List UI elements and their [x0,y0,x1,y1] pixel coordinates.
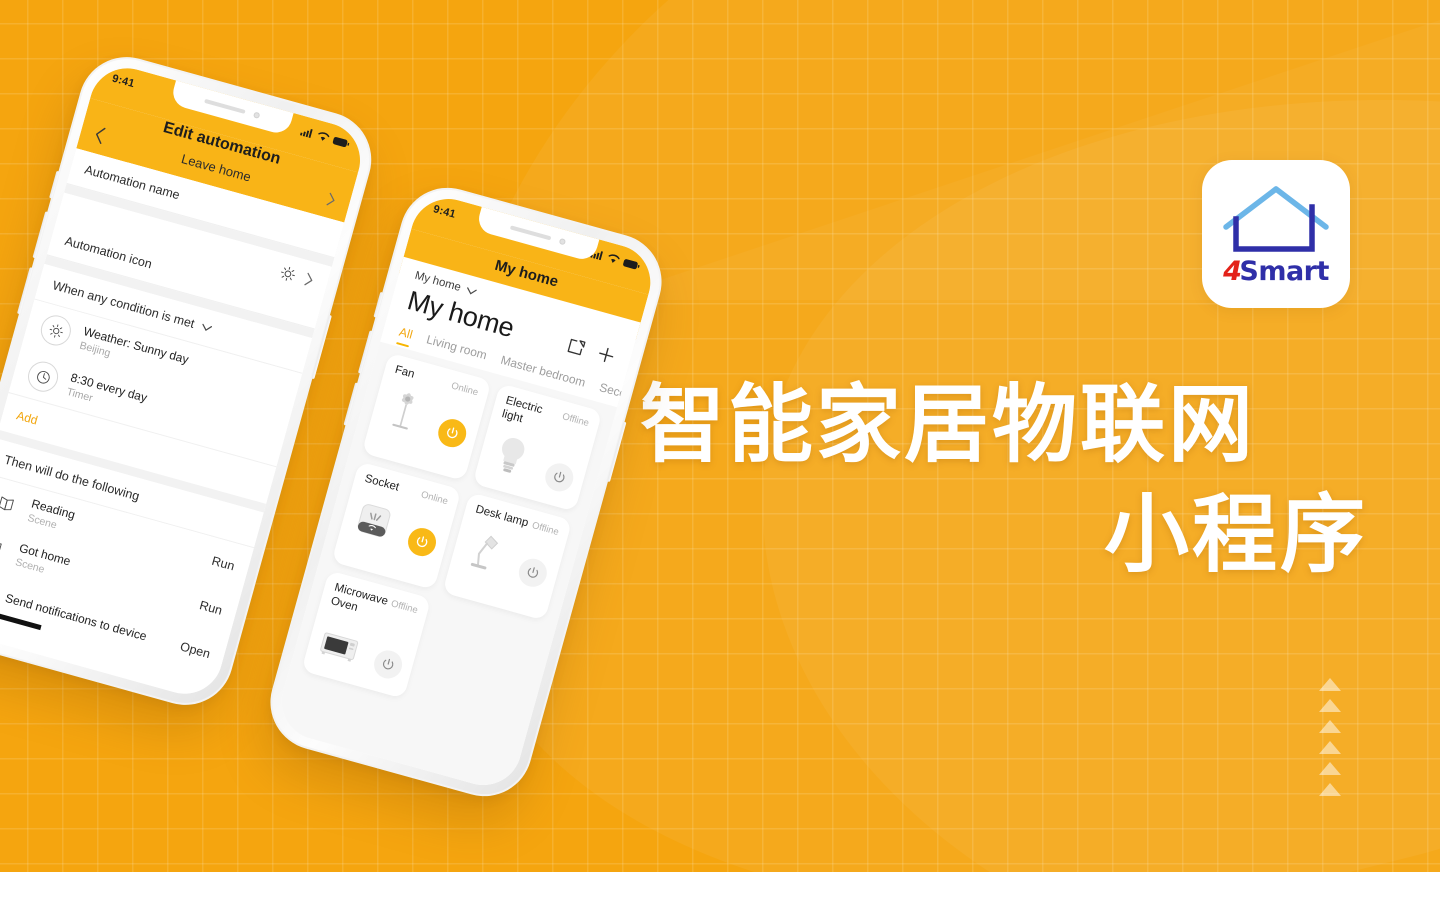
triangle-icon [1319,741,1341,754]
plus-icon[interactable] [596,345,617,366]
logo-wordmark: 4 Smart [1223,258,1329,285]
book-icon [0,487,22,519]
socket-icon [357,503,391,537]
device-card-socket[interactable]: Socket Online [331,461,462,590]
book-glyph [0,495,14,510]
device-card-desk-lamp[interactable]: Desk lamp Offline [442,492,573,621]
device-power-toggle[interactable] [404,524,440,560]
wifi-icon [318,132,330,141]
action-run-button[interactable]: Run [210,554,236,574]
earpiece-speaker [203,98,246,114]
triangle-decoration-stack [1319,678,1345,804]
chevron-right-icon[interactable] [303,271,316,288]
headline: 智能家居物联网 小程序 [640,376,1368,586]
status-time: 9:41 [110,72,136,91]
power-icon [447,427,458,438]
device-power-toggle[interactable] [515,555,551,590]
power-icon [383,658,394,670]
triangle-icon [1319,699,1341,712]
front-camera-icon [252,111,260,119]
status-indicator-icons [299,126,351,149]
device-card-electric-light[interactable]: Electric light Offline [472,383,603,512]
cellular-signal-icon [299,129,313,139]
device-power-toggle[interactable] [542,459,577,495]
triangle-icon [1319,720,1341,733]
chevron-right-icon[interactable] [325,191,338,208]
status-indicator-icons [590,248,641,271]
device-name: Socket [363,472,401,494]
edit-square-icon[interactable] [566,336,587,357]
power-icon [527,567,539,578]
app-logo-card: 4 Smart [1202,160,1350,308]
action-run-button[interactable]: Run [198,598,224,618]
clock-icon [24,358,62,396]
triangle-icon [1319,762,1341,775]
fan-icon [392,393,414,430]
triangle-icon [1319,678,1341,691]
device-status: Online [419,489,450,508]
earpiece-speaker [509,225,551,241]
device-status: Offline [560,411,591,430]
microwave-icon [320,632,359,662]
sun-glyph [49,323,63,337]
device-status: Offline [389,598,419,617]
headline-line-2: 小程序 [1103,486,1368,586]
tab-all[interactable]: All [395,325,415,350]
sun-icon [37,311,75,349]
chevron-down-icon [202,323,212,331]
device-card-microwave-oven[interactable]: Microwave Oven Offline [301,570,432,699]
device-power-toggle[interactable] [370,646,406,682]
chevron-down-icon [467,286,478,295]
sun-icon [281,266,295,281]
device-status: Online [449,380,480,399]
banner-stage: 4 Smart 智能家居物联网 小程序 9:41 My home My home… [0,0,1440,900]
desk-lamp-icon [470,535,499,570]
status-time: 9:41 [431,203,458,221]
device-card-fan[interactable]: Fan Online [361,352,492,482]
wifi-icon [608,254,620,263]
battery-full-icon [332,136,350,147]
door-exit-glyph [0,540,2,556]
device-name: Fan [393,363,416,381]
chevron-left-icon[interactable] [92,125,107,145]
clock-glyph [36,370,50,383]
logo-word-suffix: Smart [1239,256,1329,287]
front-camera-icon [558,237,566,246]
device-status: Offline [530,520,560,538]
battery-full-icon [623,258,640,269]
headline-line-1: 智能家居物联网 [640,376,1257,475]
action-open-button[interactable]: Open [179,639,212,661]
triangle-icon [1319,783,1341,796]
bulb-icon [502,437,525,473]
power-icon [416,536,428,547]
house-outline-icon [1223,186,1329,252]
device-power-toggle[interactable] [435,415,470,451]
door-exit-icon [0,532,10,564]
power-icon [554,471,565,482]
